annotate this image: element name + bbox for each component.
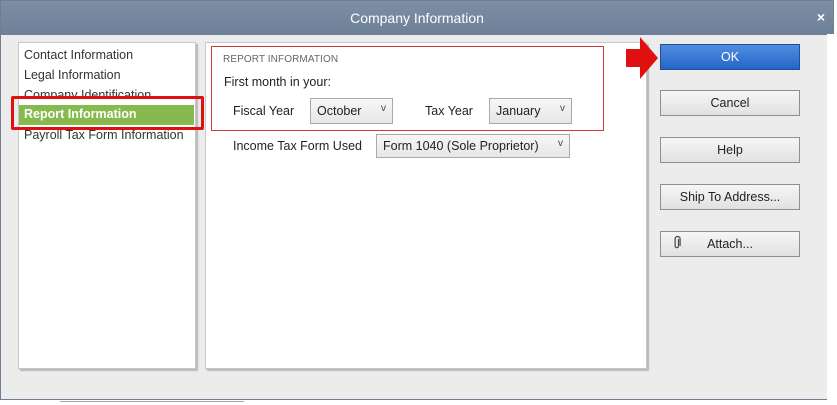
chevron-down-icon: v <box>381 103 386 114</box>
red-arrow-icon <box>626 37 658 79</box>
ok-button[interactable]: OK <box>660 44 800 70</box>
fiscal-year-select[interactable]: October v <box>310 98 393 124</box>
fiscal-year-value: October <box>317 104 362 118</box>
ship-to-address-button[interactable]: Ship To Address... <box>660 184 800 210</box>
fiscal-year-label: Fiscal Year <box>233 104 295 118</box>
sidebar-item-contact-information[interactable]: Contact Information <box>24 48 133 62</box>
close-icon[interactable]: × <box>817 9 825 25</box>
sidebar-item-payroll-tax-form-information[interactable]: Payroll Tax Form Information <box>24 128 184 142</box>
selection-highlight-frame <box>11 96 204 130</box>
chevron-down-icon: v <box>558 138 563 149</box>
first-month-label: First month in your: <box>224 75 331 89</box>
help-button[interactable]: Help <box>660 137 800 163</box>
section-heading: REPORT INFORMATION <box>223 54 339 65</box>
cancel-button[interactable]: Cancel <box>660 90 800 116</box>
tax-year-label: Tax Year <box>425 104 473 118</box>
sidebar: Contact Information Legal Information Co… <box>18 42 196 369</box>
income-tax-form-label: Income Tax Form Used <box>233 139 362 153</box>
paperclip-icon <box>673 235 681 253</box>
background-divider <box>60 401 244 402</box>
dialog-title: Company Information <box>350 10 484 26</box>
income-tax-form-select[interactable]: Form 1040 (Sole Proprietor) v <box>376 134 570 158</box>
tax-year-value: January <box>496 104 541 118</box>
background-window-edge <box>827 34 837 400</box>
chevron-down-icon: v <box>560 103 565 114</box>
income-tax-form-value: Form 1040 (Sole Proprietor) <box>383 139 539 153</box>
attach-label: Attach... <box>707 237 753 251</box>
title-bar: Company Information × <box>1 1 833 35</box>
tax-year-select[interactable]: January v <box>489 98 572 124</box>
sidebar-item-legal-information[interactable]: Legal Information <box>24 68 121 82</box>
attach-button[interactable]: Attach... <box>660 231 800 257</box>
